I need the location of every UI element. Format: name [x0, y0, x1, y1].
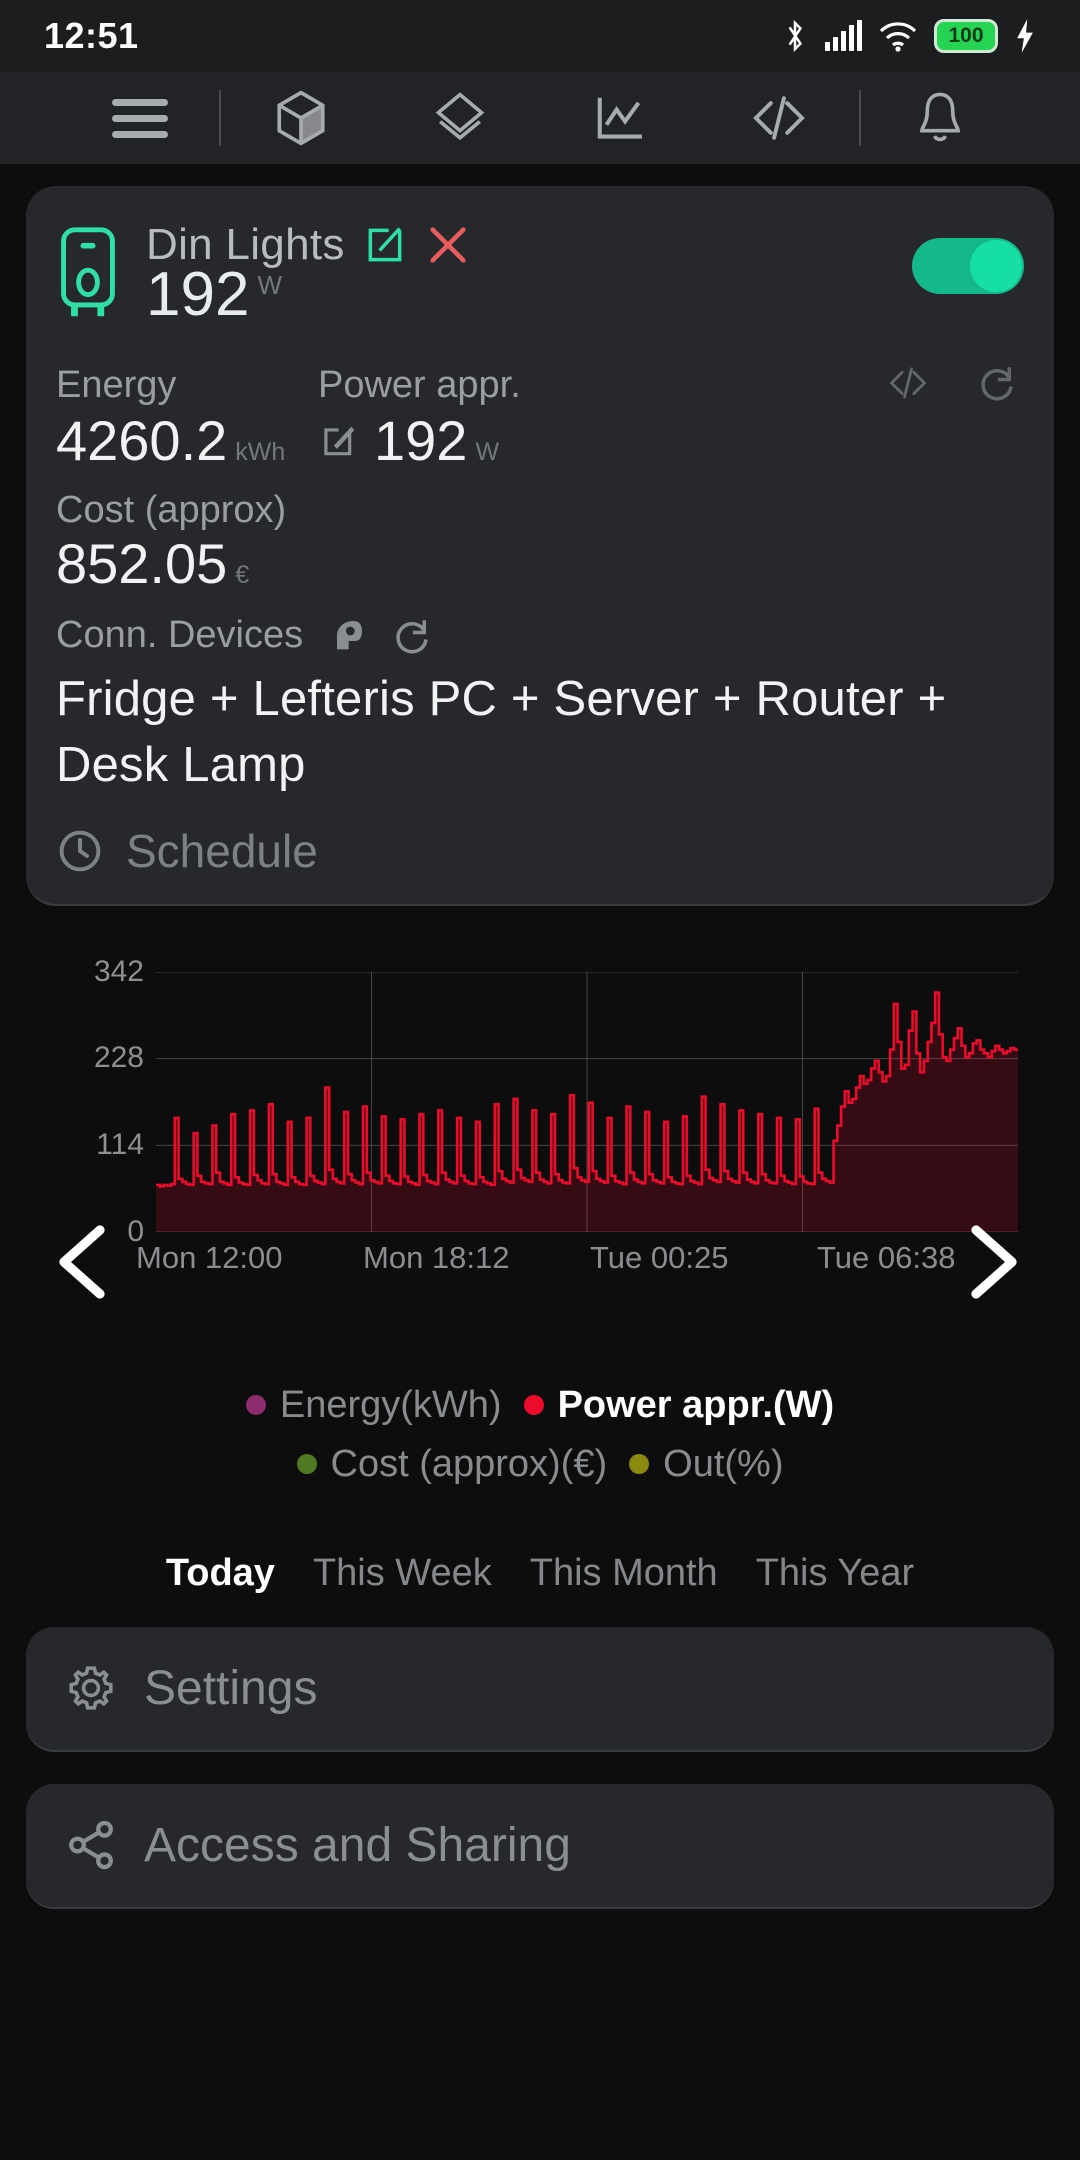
devices-tab-button[interactable]: [221, 89, 380, 147]
device-icon-wrap: [56, 220, 130, 325]
chevron-left-icon[interactable]: [52, 1222, 116, 1302]
power-value-group: 192 W: [374, 408, 1024, 472]
edit-square-icon[interactable]: [363, 223, 407, 267]
app-toolbar: [0, 72, 1080, 164]
bluetooth-icon: [788, 19, 803, 53]
cost-value: 852.05: [56, 532, 228, 596]
access-sharing-label: Access and Sharing: [144, 1818, 571, 1872]
energy-value: 4260.2: [56, 408, 228, 472]
conn-devices-list: Fridge + Lefteris PC + Server + Router +…: [56, 672, 947, 792]
stats-values-row: 4260.2 kWh 192 W: [56, 408, 1024, 472]
cellular-signal-icon: [825, 20, 862, 51]
charging-bolt-icon: [1017, 19, 1033, 53]
menu-icon: [111, 90, 168, 147]
conn-devices-label-row: Conn. Devices: [56, 614, 1024, 657]
legend-item[interactable]: Cost (approx)(€): [296, 1442, 608, 1486]
chart-x-tick: Mon 12:00: [136, 1239, 283, 1275]
period-tab[interactable]: This Year: [756, 1552, 914, 1595]
status-icons: 100: [782, 18, 1036, 54]
chart-plot-area[interactable]: [156, 972, 1018, 1232]
chart-x-tick: Tue 00:25: [590, 1239, 729, 1275]
code-icon: [753, 96, 805, 140]
legend-label: Energy(kWh): [279, 1383, 502, 1426]
cube-icon: [277, 90, 325, 146]
device-stats: Energy Power appr. 4260.2 kWh 192 W Cost…: [56, 362, 1024, 878]
device-title-row: Din Lights: [146, 220, 912, 270]
cost-unit: €: [235, 561, 250, 590]
conn-devices-label: Conn. Devices: [56, 614, 304, 657]
chart-svg: [156, 972, 1018, 1232]
power-stat-unit: W: [475, 437, 500, 466]
water-heater-icon: [61, 227, 115, 317]
legend-row-1: Energy(kWh) Power appr.(W): [26, 1384, 1054, 1427]
access-sharing-row[interactable]: Access and Sharing: [26, 1783, 1054, 1909]
code-icon[interactable]: [888, 363, 928, 403]
status-time: 12:51: [44, 15, 139, 56]
legend-row-2: Cost (approx)(€) Out(%): [26, 1443, 1054, 1486]
clock-icon: [59, 830, 101, 872]
legend-dot: [629, 1454, 650, 1475]
power-chart: 342 228 114 0 Mon 12:00 Mon 18:12 Tue 00:25 Tu…: [26, 955, 1054, 1299]
stats-labels-row: Energy Power appr.: [56, 362, 1024, 410]
menu-button[interactable]: [60, 90, 219, 147]
period-tab[interactable]: Today: [166, 1552, 275, 1595]
energy-value-group: 4260.2 kWh: [56, 408, 318, 472]
period-tab[interactable]: This Month: [530, 1552, 718, 1595]
notifications-button[interactable]: [861, 89, 1020, 147]
device-card: Din Lights 192 W Energy Power appr. 4260…: [26, 186, 1054, 906]
head-profile-icon[interactable]: [327, 616, 367, 656]
legend-label: Cost (approx)(€): [330, 1442, 608, 1485]
period-tab[interactable]: This Week: [313, 1552, 492, 1595]
settings-label: Settings: [144, 1661, 318, 1715]
chart-y-tick: 114: [96, 1128, 144, 1162]
bell-icon: [920, 92, 961, 142]
edit-pencil-icon[interactable]: [318, 422, 356, 460]
schedule-label: Schedule: [126, 824, 318, 877]
battery-icon: 100: [934, 19, 998, 53]
legend-label: Power appr.(W): [557, 1383, 835, 1426]
chart-legend: Energy(kWh) Power appr.(W) Cost (approx)(…: [26, 1384, 1054, 1486]
device-power-value: 192: [146, 260, 250, 329]
close-x-icon[interactable]: [425, 222, 471, 268]
chart-y-axis: 342 228 114 0: [58, 955, 144, 1248]
device-power-toggle[interactable]: [912, 238, 1024, 294]
schedule-button[interactable]: Schedule: [56, 824, 1024, 878]
code-tab-button[interactable]: [699, 89, 858, 147]
device-info: Din Lights 192 W: [130, 220, 912, 326]
cost-label: Cost (approx): [56, 489, 287, 532]
legend-dot: [245, 1395, 266, 1416]
status-bar: 12:51 100: [0, 0, 1080, 72]
wifi-icon: [879, 22, 917, 52]
period-tabs: Today This Week This Month This Year: [26, 1552, 1054, 1595]
chart-x-tick: Mon 18:12: [363, 1239, 510, 1275]
gear-icon: [69, 1666, 113, 1710]
legend-dot: [296, 1454, 317, 1475]
power-stat-value: 192: [374, 408, 468, 472]
device-card-header: Din Lights 192 W: [56, 220, 1024, 326]
chart-y-tick: 228: [93, 1041, 144, 1075]
charts-tab-button[interactable]: [540, 89, 699, 147]
legend-item[interactable]: Energy(kWh): [245, 1383, 502, 1427]
refresh-icon[interactable]: [976, 362, 1018, 404]
chart-line-icon: [597, 97, 642, 139]
legend-label: Out(%): [663, 1442, 784, 1485]
device-power-unit: W: [257, 270, 282, 300]
battery-level: 100: [948, 24, 984, 47]
device-power-row: 192 W: [146, 264, 912, 326]
share-icon: [69, 1821, 113, 1870]
cost-value-group: 852.05 €: [56, 532, 1024, 596]
energy-label: Energy: [56, 364, 177, 406]
chart-y-tick: 342: [93, 954, 144, 988]
legend-dot: [523, 1395, 544, 1416]
legend-item[interactable]: Power appr.(W): [523, 1383, 835, 1427]
energy-unit: kWh: [235, 437, 286, 466]
refresh-icon[interactable]: [391, 615, 433, 657]
layers-icon: [435, 92, 485, 141]
layers-tab-button[interactable]: [381, 89, 540, 147]
settings-row[interactable]: Settings: [26, 1626, 1054, 1752]
stats-action-icons: [888, 362, 1018, 404]
legend-item[interactable]: Out(%): [629, 1442, 784, 1486]
chart-x-axis: Mon 12:00 Mon 18:12 Tue 00:25 Tue 06:38: [136, 1240, 1044, 1276]
chevron-right-icon[interactable]: [960, 1222, 1024, 1302]
